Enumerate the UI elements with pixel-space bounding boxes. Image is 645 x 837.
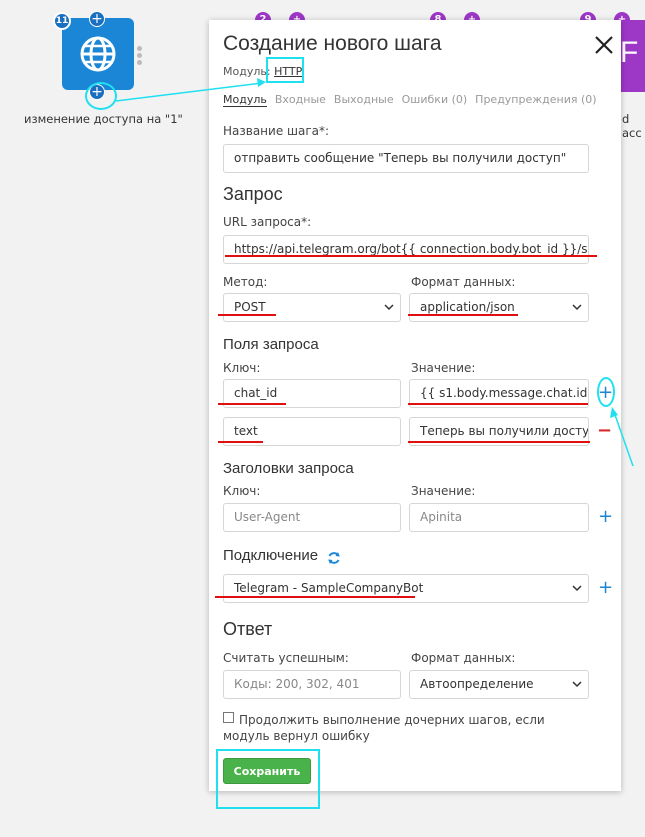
chevron-down-icon [572, 681, 582, 688]
node-drag-handle[interactable] [137, 46, 143, 68]
continue-checkbox[interactable] [223, 712, 234, 723]
success-codes-input[interactable]: Коды: 200, 302, 401 [223, 670, 401, 699]
headers-section-title: Заголовки запроса [223, 460, 354, 477]
remove-field-button[interactable]: − [597, 420, 612, 441]
modal-title: Создание нового шага [223, 32, 442, 55]
annotation-underline [225, 255, 597, 257]
annotation-underline [215, 596, 415, 598]
annotation-underline [218, 403, 286, 405]
annotation-underline [408, 314, 518, 316]
create-step-modal: Создание нового шага Модуль: HTTP Модуль… [209, 20, 621, 791]
annotation-box-save [216, 749, 320, 809]
annotation-underline [218, 314, 276, 316]
request-section-title: Запрос [223, 184, 283, 204]
annotation-circle-add-field [597, 377, 615, 407]
annotation-underline [408, 403, 588, 405]
chevron-down-icon [572, 304, 582, 311]
tab-inputs[interactable]: Входные [275, 93, 326, 107]
step-name-label: Название шага*: [223, 124, 330, 138]
success-label: Считать успешным: [223, 651, 349, 665]
method-value: POST [234, 300, 266, 314]
connection-section-title: Подключение [223, 547, 319, 564]
add-header-button[interactable]: + [598, 506, 613, 527]
headers-value-label: Значение: [411, 484, 476, 498]
headers-key-label: Ключ: [223, 484, 261, 498]
response-section-title: Ответ [223, 619, 273, 639]
tab-warnings[interactable]: Предупреждения (0) [475, 93, 596, 107]
format-label: Формат данных: [411, 275, 516, 289]
close-icon[interactable] [593, 34, 615, 56]
globe-icon [80, 36, 116, 72]
connection-select[interactable]: Telegram - SampleCompanyBot [223, 574, 589, 603]
right-node-letter: F [620, 36, 639, 69]
url-label: URL запроса*: [223, 215, 312, 229]
node-add-top-button[interactable]: + [89, 11, 105, 27]
tab-outputs[interactable]: Выходные [334, 93, 394, 107]
http-node[interactable] [62, 18, 134, 90]
header-key-input[interactable]: User-Agent [223, 503, 401, 532]
node-label: изменение доступа на "1" [24, 112, 183, 126]
format-value: application/json [420, 300, 515, 314]
annotation-underline [218, 441, 263, 443]
continue-checkbox-label: Продолжить выполнение дочерних шагов, ес… [223, 713, 545, 743]
annotation-circle-node-plus [85, 82, 117, 110]
right-node-label: d acc [622, 112, 642, 140]
response-format-label: Формат данных: [411, 651, 516, 665]
module-prefix: Модуль: [223, 65, 271, 78]
fields-key-label: Ключ: [223, 361, 261, 375]
fields-value-label: Значение: [411, 361, 476, 375]
refresh-icon[interactable] [327, 551, 341, 565]
node-step-badge: 11 [53, 12, 71, 30]
chevron-down-icon [384, 304, 394, 311]
annotation-underline [408, 441, 590, 443]
annotation-box-module [266, 57, 304, 83]
tab-module[interactable]: Модуль [223, 93, 267, 107]
tab-errors[interactable]: Ошибки (0) [402, 93, 468, 107]
url-input[interactable]: https://api.telegram.org/bot{{ connectio… [223, 235, 589, 264]
method-label: Метод: [223, 275, 268, 289]
chevron-down-icon [572, 585, 582, 592]
response-format-select[interactable]: Автоопределение [409, 670, 589, 699]
step-name-input[interactable]: отправить сообщение "Теперь вы получили … [223, 144, 589, 173]
tab-bar: Модуль Входные Выходные Ошибки (0) Преду… [223, 93, 597, 107]
format-select[interactable]: application/json [409, 293, 589, 322]
header-value-input[interactable]: Apinita [409, 503, 589, 532]
fields-section-title: Поля запроса [223, 336, 319, 353]
method-select[interactable]: POST [223, 293, 401, 322]
response-format-value: Автоопределение [420, 677, 534, 691]
add-connection-button[interactable]: + [598, 577, 613, 598]
connection-value: Telegram - SampleCompanyBot [234, 581, 424, 595]
